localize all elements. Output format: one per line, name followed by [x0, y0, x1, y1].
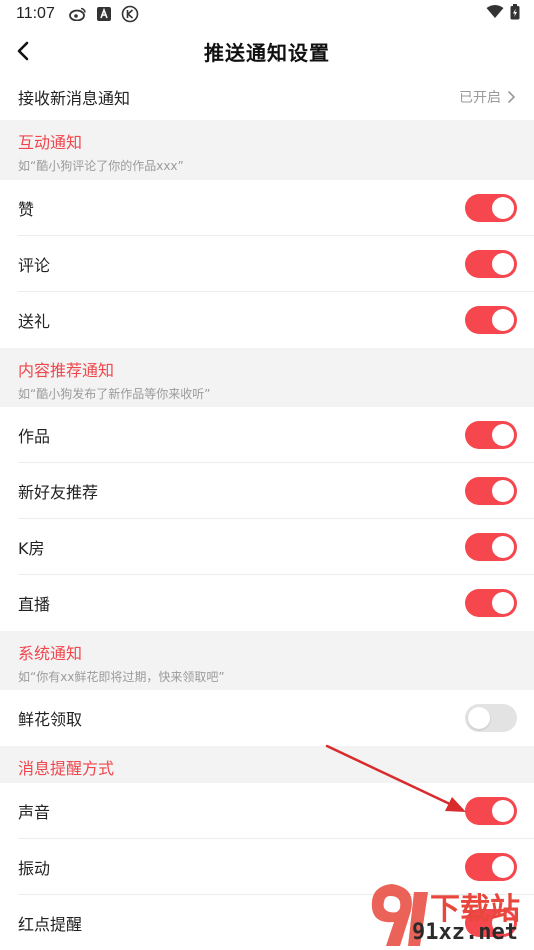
toggle-knob — [492, 197, 514, 219]
setting-row-comment[interactable]: 评论 — [0, 236, 534, 292]
toggle-switch-works[interactable] — [465, 421, 517, 449]
section-subtitle: 如“酷小狗发布了新作品等你来收听” — [18, 387, 211, 401]
setting-label: 新好友推荐 — [18, 483, 99, 502]
receive-notifications-label: 接收新消息通知 — [18, 89, 131, 108]
setting-row-like[interactable]: 赞 — [0, 180, 534, 236]
setting-label: 直播 — [18, 595, 51, 614]
watermark-logo: 下载站 91xz.net — [366, 878, 534, 950]
back-button[interactable] — [8, 36, 38, 66]
toggle-knob — [492, 536, 514, 558]
section-title: 系统通知 — [18, 644, 83, 663]
wifi-icon — [486, 5, 504, 23]
receive-notifications-row[interactable]: 接收新消息通知 已开启 — [0, 74, 534, 120]
toggle-switch-live[interactable] — [465, 589, 517, 617]
setting-label: 鲜花领取 — [18, 710, 83, 729]
page-title: 推送通知设置 — [204, 40, 330, 65]
section-title: 消息提醒方式 — [18, 759, 115, 778]
setting-label: 送礼 — [18, 312, 51, 331]
setting-row-new-friend[interactable]: 新好友推荐 — [0, 463, 534, 519]
section-title: 互动通知 — [18, 133, 83, 152]
toggle-knob — [468, 707, 490, 729]
toggle-knob — [492, 480, 514, 502]
toggle-switch-new-friend[interactable] — [465, 477, 517, 505]
setting-row-works[interactable]: 作品 — [0, 407, 534, 463]
toggle-knob — [492, 592, 514, 614]
section-reminder-method: 消息提醒方式 — [0, 746, 534, 783]
setting-label: 赞 — [18, 200, 35, 219]
toggle-switch-vibrate[interactable] — [465, 853, 517, 881]
setting-row-live[interactable]: 直播 — [0, 575, 534, 631]
setting-label: 红点提醒 — [18, 914, 83, 934]
toggle-knob — [492, 424, 514, 446]
setting-label: 声音 — [18, 803, 51, 822]
status-bar: 11:07 — [0, 0, 534, 28]
toggle-switch-flower[interactable] — [465, 704, 517, 732]
toggle-switch-sound[interactable] — [465, 797, 517, 825]
receive-notifications-value: 已开启 — [459, 87, 516, 107]
status-time: 11:07 — [16, 5, 55, 22]
toggle-switch-comment[interactable] — [465, 250, 517, 278]
setting-label: 振动 — [18, 859, 51, 878]
toggle-switch-k-room[interactable] — [465, 533, 517, 561]
setting-label: K房 — [18, 539, 45, 558]
battery-charging-icon — [510, 4, 520, 24]
weibo-icon — [68, 7, 87, 21]
app-header: 推送通知设置 — [0, 28, 534, 74]
chevron-right-icon — [507, 90, 516, 104]
section-content-recommend: 内容推荐通知 如“酷小狗发布了新作品等你来收听” — [0, 348, 534, 407]
toggle-knob — [492, 856, 514, 878]
watermark-url: 91xz.net — [412, 920, 518, 945]
setting-label: 评论 — [18, 256, 51, 275]
toggle-knob — [492, 800, 514, 822]
k-circle-icon — [121, 5, 139, 23]
setting-label: 作品 — [18, 427, 51, 446]
chevron-left-icon — [17, 41, 29, 61]
receive-status-text: 已开启 — [459, 90, 501, 106]
toggle-knob — [492, 309, 514, 331]
setting-row-k-room[interactable]: K房 — [0, 519, 534, 575]
section-subtitle: 如“你有xx鲜花即将过期，快来领取吧” — [18, 670, 225, 684]
a-badge-icon — [96, 7, 111, 21]
section-system: 系统通知 如“你有xx鲜花即将过期，快来领取吧” — [0, 631, 534, 690]
section-subtitle: 如“酷小狗评论了你的作品xxx” — [18, 159, 184, 173]
setting-row-gift[interactable]: 送礼 — [0, 292, 534, 348]
section-title: 内容推荐通知 — [18, 361, 115, 380]
setting-row-flower[interactable]: 鲜花领取 — [0, 690, 534, 746]
toggle-knob — [492, 253, 514, 275]
section-interaction: 互动通知 如“酷小狗评论了你的作品xxx” — [0, 120, 534, 180]
setting-row-sound[interactable]: 声音 — [0, 783, 534, 839]
toggle-switch-like[interactable] — [465, 194, 517, 222]
toggle-switch-gift[interactable] — [465, 306, 517, 334]
